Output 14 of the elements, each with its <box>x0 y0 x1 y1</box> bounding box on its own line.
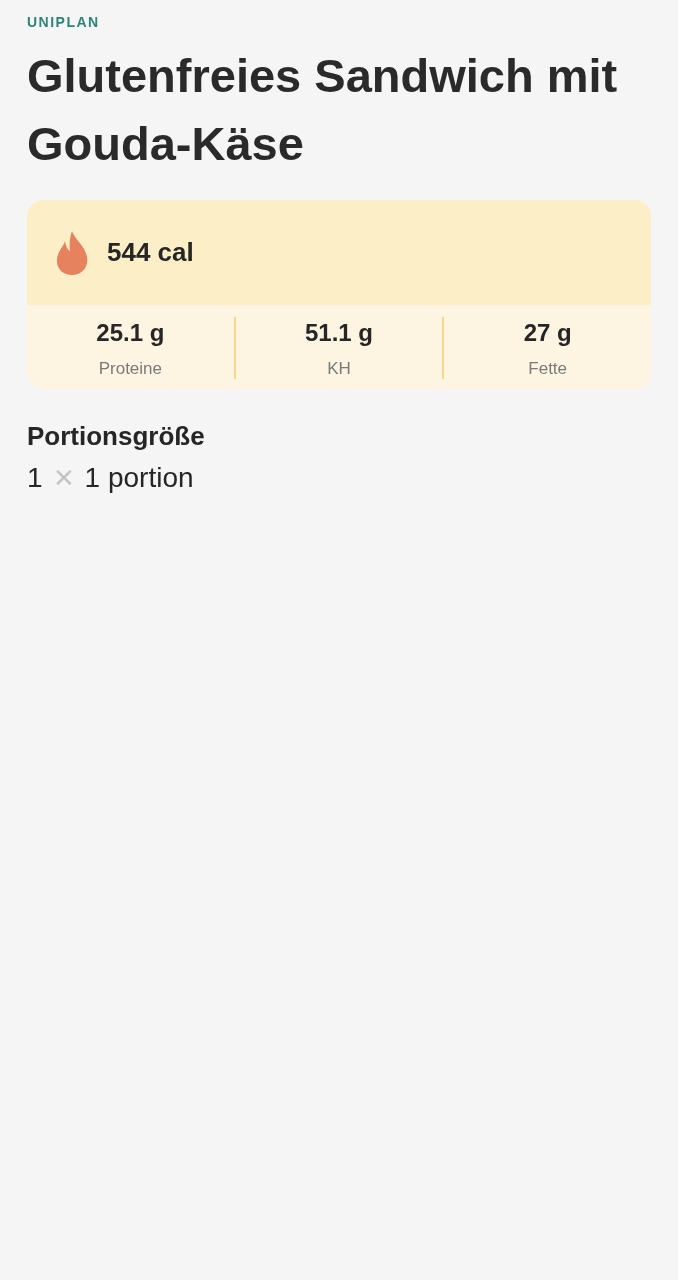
portion-unit: 1 portion <box>84 462 194 494</box>
flame-icon <box>55 230 89 275</box>
calories-value: 544 cal <box>107 237 194 268</box>
portion-heading: Portionsgröße <box>27 421 206 452</box>
macro-label: Fette <box>528 359 568 379</box>
macro-value: 25.1 g <box>96 319 165 347</box>
recipe-title: Glutenfreies Sandwich mit Gouda-Käse <box>27 48 619 172</box>
macro-label: Proteine <box>98 359 162 379</box>
macro-value: 27 g <box>523 319 572 347</box>
macro-value: 51.1 g <box>305 319 374 347</box>
macro-label: KH <box>327 359 351 379</box>
brand-label: UNIPLAN <box>27 14 101 30</box>
multiply-sign: ✕ <box>52 462 75 494</box>
portion-quantity: 1 <box>27 462 43 494</box>
